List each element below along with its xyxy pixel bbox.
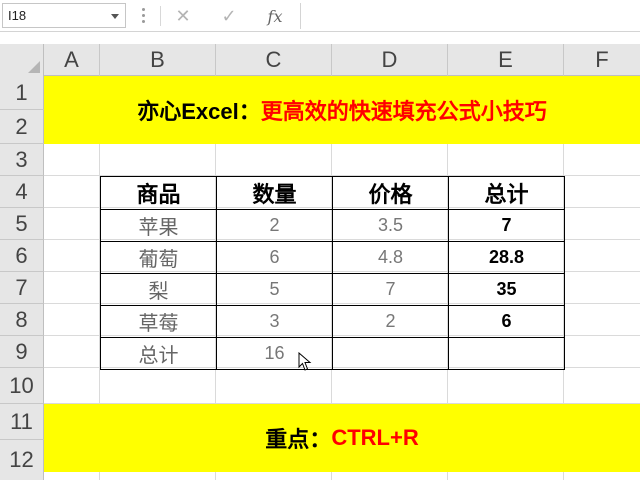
qty-cell[interactable]: 2 — [216, 209, 333, 242]
column-header-a[interactable]: A — [44, 44, 100, 76]
header-cell-total[interactable]: 总计 — [448, 176, 565, 210]
header-cell-price[interactable]: 价格 — [332, 176, 449, 210]
key-banner[interactable]: 重点： CTRL+R — [44, 404, 640, 472]
mouse-cursor-icon — [298, 352, 312, 371]
price-cell[interactable]: 3.5 — [332, 209, 449, 242]
table-row: 葡萄 6 4.8 28.8 — [100, 241, 565, 274]
row-header-6[interactable]: 6 — [0, 240, 44, 272]
banner-prefix: 亦心Excel： — [137, 99, 261, 124]
row-header-11[interactable]: 11 — [0, 404, 44, 440]
table-row: 苹果 2 3.5 7 — [100, 209, 565, 242]
table-row: 草莓 3 2 6 — [100, 305, 565, 338]
name-box-value: I18 — [8, 8, 27, 23]
name-box[interactable]: I18 — [2, 3, 126, 28]
row-header-4[interactable]: 4 — [0, 176, 44, 208]
header-cell-item[interactable]: 商品 — [100, 176, 217, 210]
drag-handle-icon[interactable] — [142, 8, 145, 24]
price-cell[interactable]: 2 — [332, 305, 449, 338]
select-all-icon — [28, 61, 40, 73]
table-row: 梨 5 7 35 — [100, 273, 565, 306]
chevron-down-icon[interactable] — [111, 14, 119, 19]
column-header-e[interactable]: E — [448, 44, 564, 76]
qty-cell[interactable]: 6 — [216, 241, 333, 274]
select-all-button[interactable] — [0, 44, 44, 76]
table-header-row: 商品 数量 价格 总计 — [100, 176, 565, 210]
title-banner[interactable]: 亦心Excel： 更高效的快速填充公式小技巧 — [44, 76, 640, 144]
summary-label-cell[interactable]: 总计 — [100, 337, 217, 370]
summary-qty-cell[interactable]: 16 — [216, 337, 333, 370]
row-header-8[interactable]: 8 — [0, 304, 44, 336]
table-summary-row: 总计 16 — [100, 337, 565, 370]
column-header-c[interactable]: C — [216, 44, 332, 76]
item-cell[interactable]: 草莓 — [100, 305, 217, 338]
row-header-5[interactable]: 5 — [0, 208, 44, 240]
key-prefix: 重点： — [265, 427, 332, 452]
summary-price-cell[interactable] — [332, 337, 449, 370]
item-cell[interactable]: 葡萄 — [100, 241, 217, 274]
formula-bar: I18 ✕ ✓ fx — [0, 0, 640, 32]
qty-cell[interactable]: 3 — [216, 305, 333, 338]
confirm-icon[interactable]: ✓ — [218, 5, 240, 27]
column-header-d[interactable]: D — [332, 44, 448, 76]
item-cell[interactable]: 梨 — [100, 273, 217, 306]
formula-bar-divider — [160, 6, 161, 26]
price-cell[interactable]: 7 — [332, 273, 449, 306]
total-cell[interactable]: 6 — [448, 305, 565, 338]
formula-input[interactable] — [300, 3, 640, 29]
row-header-7[interactable]: 7 — [0, 272, 44, 304]
qty-cell[interactable]: 5 — [216, 273, 333, 306]
row-header-3[interactable]: 3 — [0, 144, 44, 176]
data-table: 商品 数量 价格 总计 苹果 2 3.5 7 葡萄 6 4.8 28.8 梨 5… — [100, 176, 565, 370]
row-header-10[interactable]: 10 — [0, 368, 44, 404]
total-cell[interactable]: 28.8 — [448, 241, 565, 274]
insert-function-icon[interactable]: fx — [262, 5, 288, 27]
row-header-12[interactable]: 12 — [0, 440, 44, 480]
summary-total-cell[interactable] — [448, 337, 565, 370]
column-header-f[interactable]: F — [564, 44, 640, 76]
row-header-1[interactable]: 1 — [0, 76, 44, 110]
banner-title: 更高效的快速填充公式小技巧 — [260, 99, 547, 124]
total-cell[interactable]: 35 — [448, 273, 565, 306]
total-cell[interactable]: 7 — [448, 209, 565, 242]
row-header-2[interactable]: 2 — [0, 110, 44, 144]
item-cell[interactable]: 苹果 — [100, 209, 217, 242]
key-shortcut: CTRL+R — [331, 425, 419, 450]
row-header-9[interactable]: 9 — [0, 336, 44, 368]
column-headers: A B C D E F — [0, 44, 640, 76]
column-header-b[interactable]: B — [100, 44, 216, 76]
price-cell[interactable]: 4.8 — [332, 241, 449, 274]
header-cell-qty[interactable]: 数量 — [216, 176, 333, 210]
cancel-icon[interactable]: ✕ — [172, 5, 194, 27]
